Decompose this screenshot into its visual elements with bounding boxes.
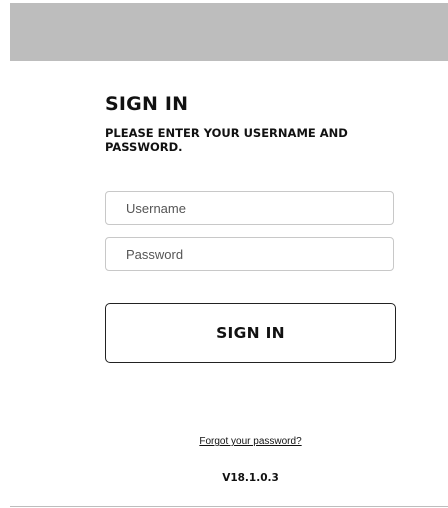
instructions-text: PLEASE ENTER YOUR USERNAME AND PASSWORD.	[105, 126, 348, 154]
login-header: SIGN IN PLEASE ENTER YOUR USERNAME AND P…	[105, 93, 397, 154]
page-title: SIGN IN	[105, 93, 189, 115]
footer-divider	[10, 506, 448, 507]
username-input[interactable]	[105, 191, 394, 225]
forgot-password-link[interactable]: Forgot your password?	[105, 436, 396, 447]
sign-in-button[interactable]: SIGN IN	[105, 303, 396, 363]
login-page: SIGN IN PLEASE ENTER YOUR USERNAME AND P…	[0, 0, 448, 508]
header-band	[10, 3, 448, 61]
version-label: V18.1.0.3	[222, 472, 279, 484]
password-input[interactable]	[105, 237, 394, 271]
